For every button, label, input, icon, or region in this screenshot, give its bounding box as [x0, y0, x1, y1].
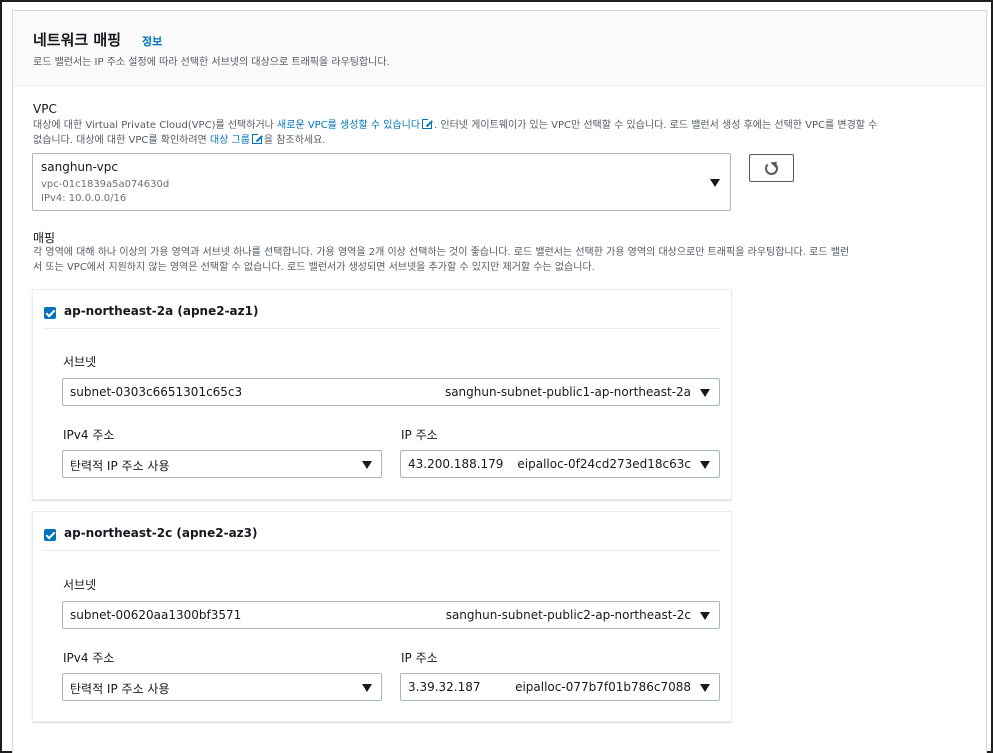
mapping-description: 각 영역에 대해 하나 이상의 가용 영역과 서브넷 하나를 선택합니다. 가용…	[33, 246, 978, 275]
ip-value: 3.39.32.187	[408, 680, 481, 694]
vpc-desc-text-4: 을 참조하세요.	[263, 134, 326, 146]
ipv4-label: IPv4 주소	[63, 428, 115, 442]
ipv4-select[interactable]: 탄력적 IP 주소 사용	[62, 673, 382, 701]
ip-label: IP 주소	[401, 651, 438, 665]
refresh-button[interactable]	[749, 154, 794, 182]
subnet-label: 서브넷	[63, 355, 97, 369]
ip-label: IP 주소	[401, 428, 438, 442]
caret-down-icon	[710, 179, 720, 187]
window-frame: 네트워크 매핑 정보 로드 밸런서는 IP 주소 설정에 따라 선택한 서브넷의…	[0, 0, 993, 753]
az-checkbox[interactable]	[44, 529, 56, 541]
info-link[interactable]: 정보	[142, 33, 162, 49]
external-link-icon[interactable]	[422, 118, 434, 129]
network-mapping-panel: 네트워크 매핑 정보 로드 밸런서는 IP 주소 설정에 따라 선택한 서브넷의…	[12, 10, 987, 753]
az-card-ap-northeast-2a: ap-northeast-2a (apne2-az1) 서브넷 subnet-0…	[32, 289, 732, 500]
vpc-label: VPC	[33, 102, 57, 116]
az-title: ap-northeast-2a (apne2-az1)	[64, 304, 259, 318]
section-subtitle: 로드 밸런서는 IP 주소 설정에 따라 선택한 서브넷의 대상으로 트래픽을 …	[33, 57, 390, 68]
ipv4-label: IPv4 주소	[63, 651, 115, 665]
subnet-id: subnet-00620aa1300bf3571	[70, 608, 242, 622]
mapping-desc-line-2: 서 또는 VPC에서 지원하지 않는 영역은 선택할 수 없습니다. 로드 밸런…	[33, 261, 595, 273]
mapping-label: 매핑	[33, 231, 56, 245]
eip-allocation-id: eipalloc-0f24cd273ed18c63c	[517, 457, 691, 471]
az-title: ap-northeast-2c (apne2-az3)	[64, 526, 258, 540]
ipv4-value: 탄력적 IP 주소 사용	[70, 459, 170, 473]
refresh-icon	[765, 162, 778, 175]
divider	[43, 328, 721, 329]
panel-header: 네트워크 매핑 정보 로드 밸런서는 IP 주소 설정에 따라 선택한 서브넷의…	[13, 11, 986, 86]
ip-select[interactable]: 3.39.32.187 eipalloc-077b7f01b786c7088	[400, 673, 720, 701]
vpc-selected-cidr: IPv4: 10.0.0.0/16	[41, 193, 127, 204]
subnet-select[interactable]: subnet-00620aa1300bf3571 sanghun-subnet-…	[62, 601, 720, 629]
ip-select[interactable]: 43.200.188.179 eipalloc-0f24cd273ed18c63…	[400, 450, 720, 478]
az-checkbox[interactable]	[44, 307, 56, 319]
caret-down-icon	[700, 389, 710, 397]
vpc-select[interactable]: sanghun-vpc vpc-01c1839a5a074630d IPv4: …	[32, 153, 731, 211]
divider	[43, 550, 721, 551]
vpc-desc-text-2: . 인터넷 게이트웨이가 있는 VPC만 선택할 수 있습니다. 로드 밸런서 …	[434, 120, 878, 131]
subnet-label: 서브넷	[63, 578, 97, 592]
subnet-name: sanghun-subnet-public2-ap-northeast-2c	[445, 608, 691, 622]
caret-down-icon	[700, 461, 710, 469]
vpc-desc-text-3: 없습니다. 대상에 대한 VPC를 확인하려면	[33, 134, 210, 146]
subnet-select[interactable]: subnet-0303c6651301c65c3 sanghun-subnet-…	[62, 378, 720, 406]
vpc-desc-text-1: 대상에 대한 Virtual Private Cloud(VPC)를 선택하거나	[33, 120, 278, 131]
section-title: 네트워크 매핑	[33, 31, 122, 49]
caret-down-icon	[362, 684, 372, 692]
subnet-id: subnet-0303c6651301c65c3	[70, 385, 243, 399]
vpc-selected-id: vpc-01c1839a5a074630d	[41, 179, 170, 190]
subnet-name: sanghun-subnet-public1-ap-northeast-2a	[444, 385, 691, 399]
eip-allocation-id: eipalloc-077b7f01b786c7088	[515, 680, 691, 694]
ipv4-select[interactable]: 탄력적 IP 주소 사용	[62, 450, 382, 478]
create-vpc-link[interactable]: 새로운 VPC를 생성할 수 있습니다	[277, 120, 420, 131]
ip-value: 43.200.188.179	[408, 457, 504, 471]
vpc-selected-name: sanghun-vpc	[41, 160, 118, 174]
az-card-ap-northeast-2c: ap-northeast-2c (apne2-az3) 서브넷 subnet-0…	[32, 511, 732, 722]
caret-down-icon	[362, 461, 372, 469]
external-link-icon[interactable]	[251, 132, 263, 144]
mapping-desc-line-1: 각 영역에 대해 하나 이상의 가용 영역과 서브넷 하나를 선택합니다. 가용…	[33, 247, 850, 258]
vpc-description: 대상에 대한 Virtual Private Cloud(VPC)를 선택하거나…	[33, 118, 973, 148]
caret-down-icon	[700, 684, 710, 692]
target-group-link[interactable]: 대상 그룹	[210, 135, 250, 146]
ipv4-value: 탄력적 IP 주소 사용	[70, 682, 170, 696]
caret-down-icon	[700, 612, 710, 620]
